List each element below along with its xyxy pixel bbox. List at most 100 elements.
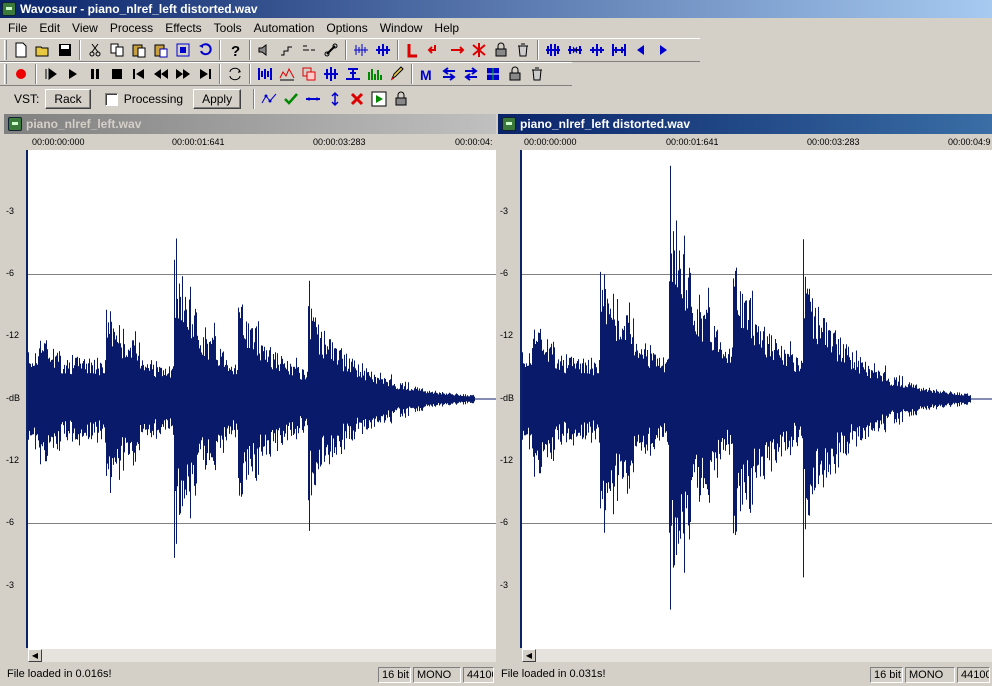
status-message: File loaded in 0.016s! (7, 668, 112, 680)
panel-title-bar[interactable]: piano_nlref_left distorted.wav (498, 114, 992, 134)
bpm-icon[interactable] (320, 63, 342, 85)
help-icon[interactable]: ? (224, 39, 246, 61)
envelope-icon[interactable] (258, 88, 280, 110)
slice-icon[interactable] (342, 63, 364, 85)
wave-panel-distorted[interactable]: piano_nlref_left distorted.wav 00:00:00:… (498, 114, 992, 686)
copy-icon[interactable] (106, 39, 128, 61)
panel-title-bar[interactable]: piano_nlref_left.wav (4, 114, 496, 134)
scroll-left-icon[interactable]: ◀ (522, 649, 536, 662)
waveform-view[interactable] (520, 150, 992, 648)
marker-icon[interactable]: M (416, 63, 438, 85)
normalize-icon[interactable] (254, 63, 276, 85)
snap-icon[interactable] (608, 39, 630, 61)
lock3-icon[interactable] (390, 88, 412, 110)
stretch-icon[interactable] (372, 39, 394, 61)
open-icon[interactable] (32, 39, 54, 61)
rewind-icon[interactable] (150, 63, 172, 85)
eq-icon[interactable] (364, 63, 386, 85)
waveform-path (28, 238, 475, 558)
crossfade-icon[interactable] (468, 39, 490, 61)
apply-region-icon[interactable] (368, 88, 390, 110)
toolbar-grip[interactable] (4, 40, 7, 60)
db-label: -12 (6, 330, 20, 340)
wave-panel-original[interactable]: piano_nlref_left.wav 00:00:00:000 00:00:… (4, 114, 496, 686)
trash-icon[interactable] (512, 39, 534, 61)
rack-button[interactable]: Rack (45, 89, 91, 109)
toolbar-separator (79, 40, 81, 60)
pause-icon[interactable] (84, 63, 106, 85)
stop-icon[interactable] (106, 63, 128, 85)
db-label: -12 (500, 455, 514, 465)
toolbar-grip[interactable] (4, 64, 7, 84)
link-icon[interactable] (320, 39, 342, 61)
select-icon[interactable] (298, 39, 320, 61)
menu-effects[interactable]: Effects (159, 19, 207, 37)
menu-window[interactable]: Window (374, 19, 429, 37)
menu-options[interactable]: Options (320, 19, 373, 37)
cut-icon[interactable] (84, 39, 106, 61)
loop-start-icon[interactable] (424, 39, 446, 61)
split-icon[interactable] (542, 39, 564, 61)
horizontal-icon[interactable] (302, 88, 324, 110)
check-icon[interactable] (280, 88, 302, 110)
scroll-left-icon[interactable]: ◀ (28, 649, 42, 662)
go-end-icon[interactable] (194, 63, 216, 85)
fast-forward-icon[interactable] (172, 63, 194, 85)
prev-icon[interactable] (630, 39, 652, 61)
menu-tools[interactable]: Tools (208, 19, 248, 37)
menu-edit[interactable]: Edit (33, 19, 66, 37)
play-icon[interactable] (62, 63, 84, 85)
paste-special-icon[interactable] (150, 39, 172, 61)
menu-view[interactable]: View (66, 19, 104, 37)
join-icon[interactable] (564, 39, 586, 61)
loop-icon[interactable] (224, 63, 246, 85)
menu-automation[interactable]: Automation (248, 19, 321, 37)
zero-cross-icon[interactable] (586, 39, 608, 61)
marker-prev-icon[interactable] (438, 63, 460, 85)
trim-icon[interactable] (172, 39, 194, 61)
paste-icon[interactable] (128, 39, 150, 61)
waveform-view[interactable] (26, 150, 496, 648)
record-icon[interactable] (10, 63, 32, 85)
lock2-icon[interactable] (504, 63, 526, 85)
menu-help[interactable]: Help (428, 19, 465, 37)
horizontal-scrollbar[interactable]: ◀ (28, 648, 496, 662)
loop-end-icon[interactable] (446, 39, 468, 61)
fade-icon[interactable] (276, 39, 298, 61)
spectrum-icon[interactable] (276, 63, 298, 85)
vertical-icon[interactable] (324, 88, 346, 110)
status-rate: 44100 (957, 667, 990, 683)
silence-icon[interactable] (350, 39, 372, 61)
marker-left-icon[interactable] (402, 39, 424, 61)
go-start-icon[interactable] (128, 63, 150, 85)
db-label: -3 (500, 580, 509, 590)
marker-next-icon[interactable] (460, 63, 482, 85)
cancel-icon[interactable] (346, 88, 368, 110)
new-icon[interactable] (10, 39, 32, 61)
trash2-icon[interactable] (526, 63, 548, 85)
horizontal-scrollbar[interactable]: ◀ (522, 648, 992, 662)
db-label: -3 (500, 206, 509, 216)
lock-icon[interactable] (490, 39, 512, 61)
menu-process[interactable]: Process (104, 19, 159, 37)
processing-label: Processing (123, 92, 184, 106)
status-bar: File loaded in 0.031s! 16 bit MONO 44100 (498, 666, 992, 684)
mono-icon[interactable] (254, 39, 276, 61)
apply-button[interactable]: Apply (193, 89, 242, 109)
app-icon (2, 2, 16, 16)
pencil-icon[interactable] (386, 63, 408, 85)
vst-label: VST: (14, 92, 40, 106)
batch-icon[interactable] (298, 63, 320, 85)
play-selection-icon[interactable] (40, 63, 62, 85)
time-ruler[interactable]: 00:00:00:000 00:00:01:641 00:00:03:283 0… (498, 134, 992, 150)
save-icon[interactable] (54, 39, 76, 61)
time-ruler[interactable]: 00:00:00:000 00:00:01:641 00:00:03:283 0… (4, 134, 496, 150)
processing-checkbox[interactable] (104, 92, 118, 106)
waveform-svg (522, 165, 992, 610)
next-icon[interactable] (652, 39, 674, 61)
toolbar-separator (537, 40, 539, 60)
undo-icon[interactable] (194, 39, 216, 61)
toolbar-separator (249, 64, 251, 84)
menu-file[interactable]: File (2, 19, 33, 37)
region-icon[interactable] (482, 63, 504, 85)
